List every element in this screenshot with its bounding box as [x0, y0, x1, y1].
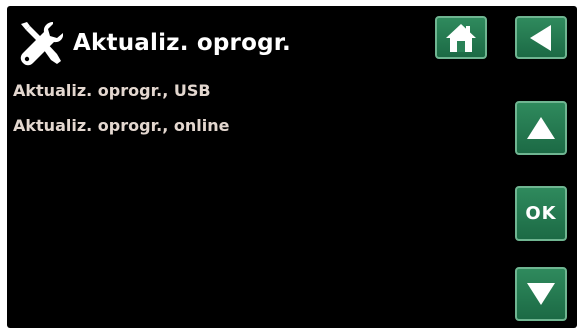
ok-label: OK — [525, 203, 557, 224]
menu-item-online-update[interactable]: Aktualiz. oprogr., online — [13, 115, 230, 137]
scroll-down-button[interactable] — [515, 267, 567, 321]
home-icon — [446, 23, 476, 52]
display-panel: Aktualiz. oprogr. Aktualiz. oprogr., USB… — [7, 6, 577, 328]
menu-item-usb-update[interactable]: Aktualiz. oprogr., USB — [13, 80, 211, 102]
page-title: Aktualiz. oprogr. — [73, 30, 291, 56]
up-arrow-icon — [527, 117, 555, 139]
screen-frame: Aktualiz. oprogr. Aktualiz. oprogr., USB… — [0, 0, 584, 335]
tools-icon — [20, 22, 63, 66]
home-button[interactable] — [435, 16, 487, 59]
scroll-up-button[interactable] — [515, 101, 567, 155]
back-button[interactable] — [515, 16, 567, 59]
back-arrow-icon — [530, 24, 551, 51]
down-arrow-icon — [527, 283, 555, 305]
ok-button[interactable]: OK — [515, 186, 567, 241]
